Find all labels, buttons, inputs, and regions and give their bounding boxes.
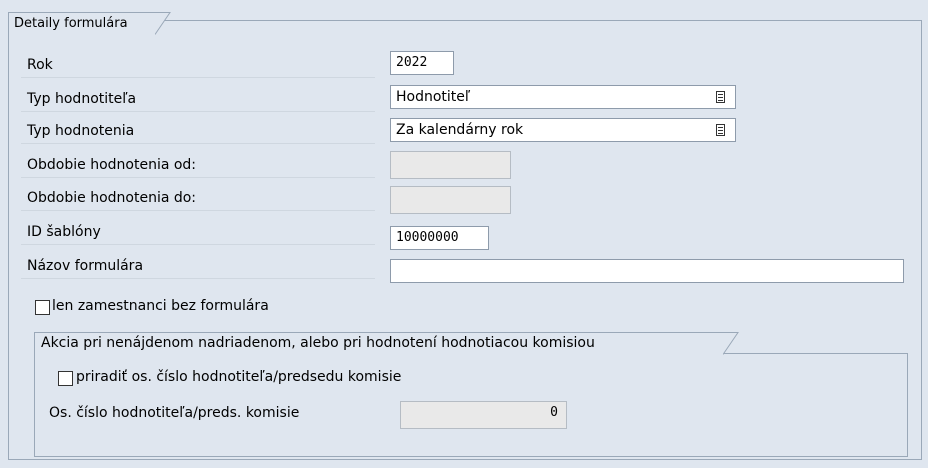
os-cislo-value: 0: [550, 405, 558, 420]
section-title: Detaily formulára: [14, 16, 128, 31]
row-obdobie-do: Obdobie hodnotenia do:: [21, 188, 375, 211]
row-obdobie-od: Obdobie hodnotenia od:: [21, 155, 375, 178]
nazov-formulara-label: Názov formulára: [27, 258, 144, 274]
row-nazov-formulara: Názov formulára: [21, 256, 375, 279]
nazov-formulara-input[interactable]: [390, 259, 904, 283]
obdobie-od-input: [390, 151, 511, 179]
id-sablony-value: 10000000: [396, 230, 459, 245]
obdobie-do-label: Obdobie hodnotenia do:: [27, 190, 197, 206]
typ-hodnotenia-select[interactable]: Za kalendárny rok: [390, 118, 736, 142]
typ-hodnotenia-label: Typ hodnotenia: [27, 123, 135, 139]
id-sablony-input[interactable]: 10000000: [390, 226, 489, 250]
obdobie-do-input: [390, 186, 511, 214]
obdobie-od-label: Obdobie hodnotenia od:: [27, 157, 197, 173]
row-os-cislo: Os. číslo hodnotiteľa/preds. komisie: [44, 403, 389, 425]
priradit-checkbox[interactable]: [58, 371, 73, 386]
row-rok: Rok: [21, 55, 375, 78]
row-typ-hodnotitela: Typ hodnotiteľa: [21, 89, 375, 112]
rok-input[interactable]: 2022: [390, 51, 454, 75]
value-help-icon[interactable]: [716, 91, 725, 103]
id-sablony-label: ID šablóny: [27, 224, 101, 240]
len-zamestnanci-checkbox[interactable]: [35, 300, 50, 315]
action-group-tab: Akcia pri nenájdenom nadriadenom, alebo …: [34, 332, 746, 355]
rok-value: 2022: [396, 55, 428, 70]
row-id-sablony: ID šablóny: [21, 222, 375, 245]
rok-label: Rok: [27, 57, 53, 73]
row-typ-hodnotenia: Typ hodnotenia: [21, 121, 375, 144]
typ-hodnotitela-label: Typ hodnotiteľa: [27, 91, 137, 107]
section-tab: Detaily formulára: [8, 12, 178, 35]
os-cislo-label: Os. číslo hodnotiteľa/preds. komisie: [49, 405, 300, 421]
value-help-icon[interactable]: [716, 124, 725, 136]
typ-hodnotenia-value: Za kalendárny rok: [396, 122, 524, 138]
len-zamestnanci-label[interactable]: len zamestnanci bez formulára: [52, 298, 269, 314]
priradit-label[interactable]: priradiť os. číslo hodnotiteľa/predsedu …: [76, 369, 401, 385]
action-group-title: Akcia pri nenájdenom nadriadenom, alebo …: [41, 335, 595, 351]
typ-hodnotitela-select[interactable]: Hodnotiteľ: [390, 85, 736, 109]
os-cislo-input: 0: [400, 401, 567, 429]
typ-hodnotitela-value: Hodnotiteľ: [396, 89, 471, 105]
